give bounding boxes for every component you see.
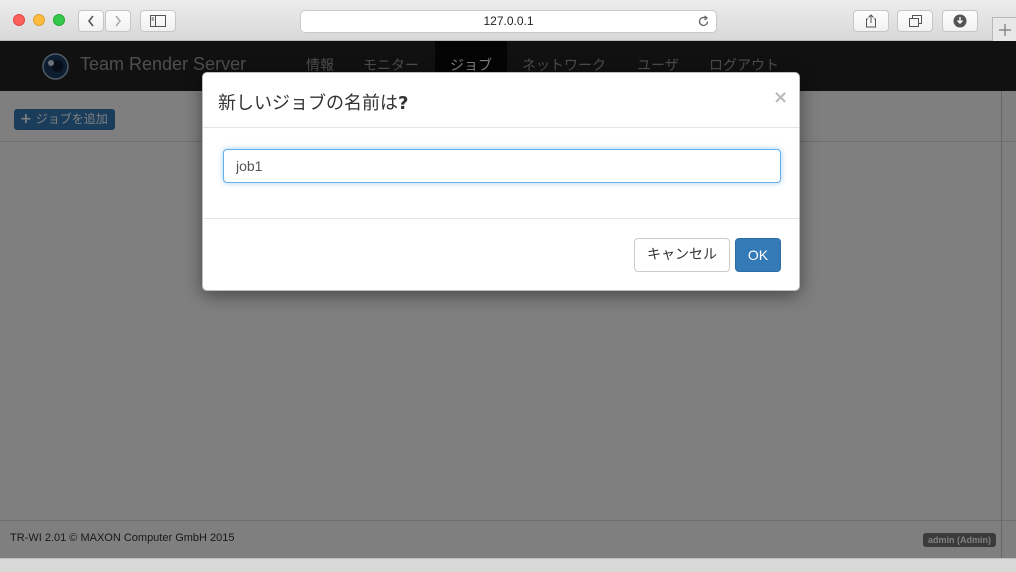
address-text: 127.0.0.1: [483, 14, 534, 28]
reload-icon[interactable]: [697, 15, 710, 28]
downloads-button[interactable]: [942, 10, 978, 32]
plus-icon: [998, 23, 1011, 36]
browser-toolbar: 127.0.0.1: [0, 0, 1016, 41]
close-window-button[interactable]: [13, 14, 25, 26]
close-icon[interactable]: ×: [773, 87, 788, 108]
zoom-window-button[interactable]: [53, 14, 65, 26]
download-icon: [953, 14, 967, 28]
back-button[interactable]: [78, 10, 104, 32]
dialog-footer-divider: [203, 218, 799, 219]
forward-button[interactable]: [105, 10, 131, 32]
chevron-left-icon: [87, 15, 94, 27]
minimize-window-button[interactable]: [33, 14, 45, 26]
sidebar-toggle-button[interactable]: [140, 10, 176, 32]
job-name-input[interactable]: [223, 149, 781, 183]
new-job-dialog: 新しいジョブの名前は? × キャンセル OK: [202, 72, 800, 291]
chevron-right-icon: [115, 15, 122, 27]
tabs-icon: [908, 15, 922, 27]
dialog-title: 新しいジョブの名前は?: [218, 89, 408, 115]
ok-button[interactable]: OK: [735, 238, 781, 272]
tabs-overview-button[interactable]: [897, 10, 933, 32]
dialog-title-text: 新しいジョブの名前は: [218, 93, 398, 114]
dialog-title-mark: ?: [398, 93, 409, 114]
address-bar[interactable]: 127.0.0.1: [300, 10, 717, 33]
dialog-header: 新しいジョブの名前は? ×: [203, 73, 799, 128]
share-button[interactable]: [853, 10, 889, 32]
browser-status-strip: [0, 558, 1016, 572]
new-tab-button[interactable]: [992, 17, 1016, 41]
sidebar-icon: [150, 15, 166, 27]
cancel-button[interactable]: キャンセル: [634, 238, 730, 272]
share-icon: [866, 14, 876, 28]
